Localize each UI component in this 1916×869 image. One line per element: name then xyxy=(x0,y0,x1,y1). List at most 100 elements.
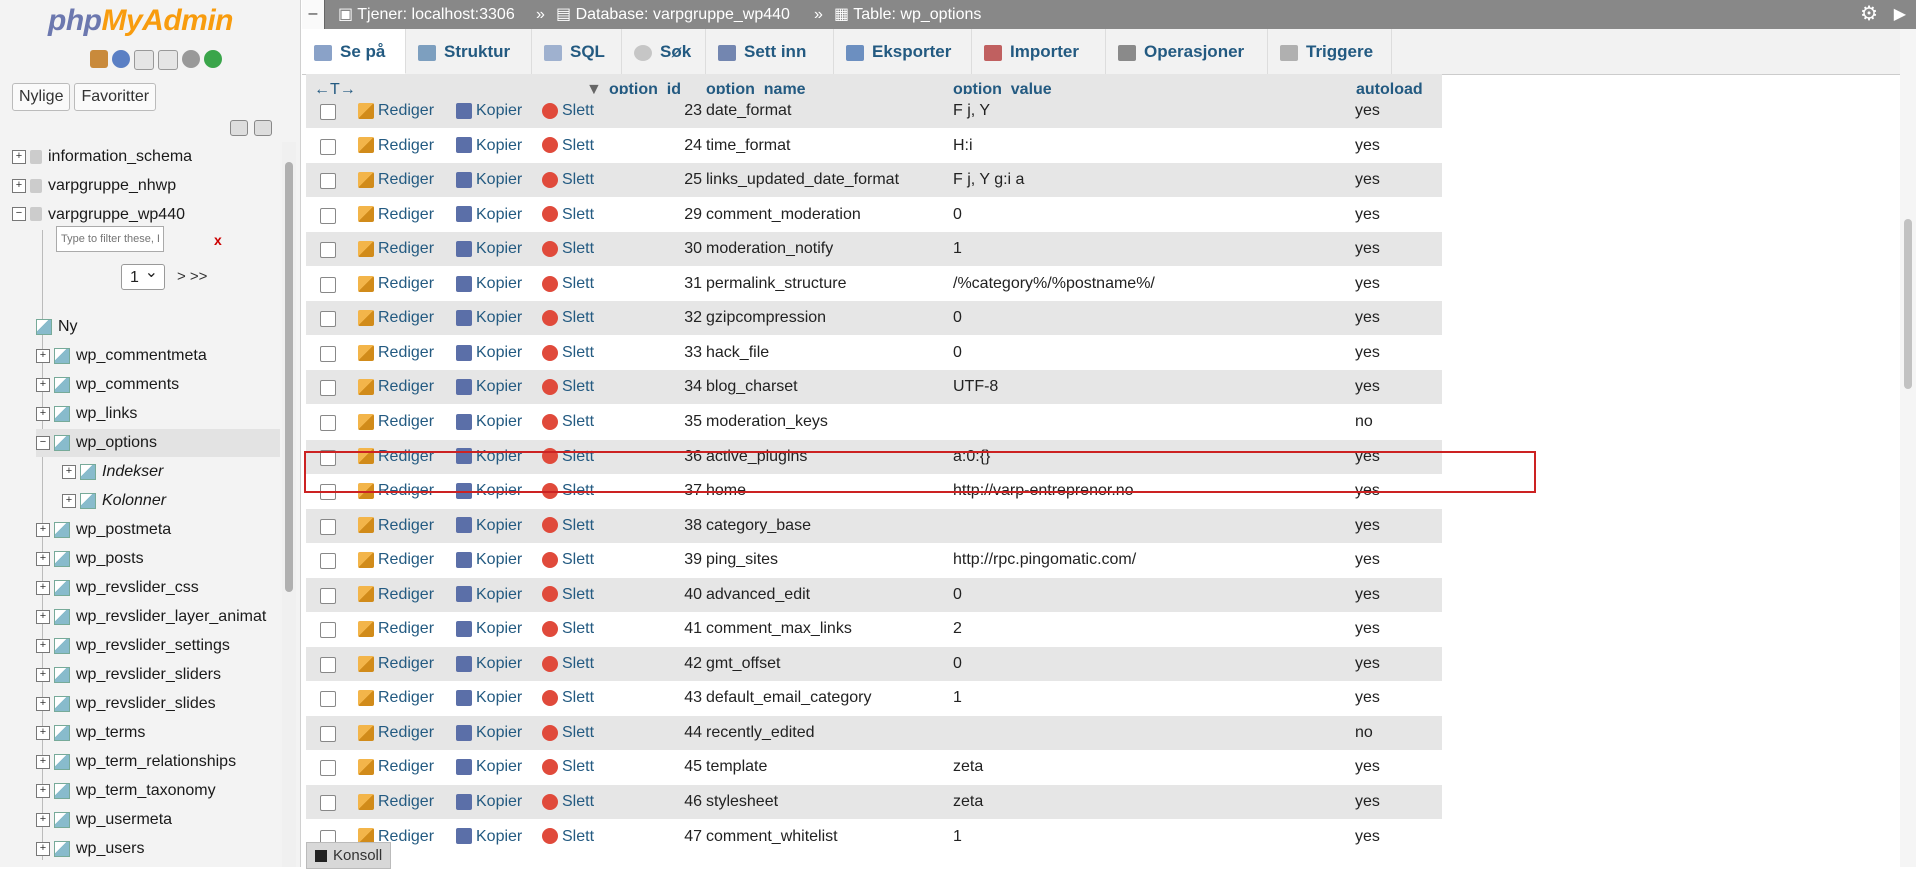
expand-icon[interactable]: + xyxy=(12,178,26,193)
row-checkbox[interactable] xyxy=(320,587,336,604)
settings-icon[interactable] xyxy=(182,50,200,68)
row-checkbox[interactable] xyxy=(320,345,336,362)
tab-import[interactable]: Importer xyxy=(972,29,1106,74)
delete-button[interactable]: Slett xyxy=(542,750,594,784)
row-checkbox[interactable] xyxy=(320,173,336,190)
table-item[interactable]: + wp_revslider_slides xyxy=(36,690,280,718)
copy-button[interactable]: Kopier xyxy=(456,716,522,750)
edit-button[interactable]: Rediger xyxy=(358,716,434,750)
row-checkbox[interactable] xyxy=(320,380,336,397)
delete-button[interactable]: Slett xyxy=(542,232,594,266)
row-checkbox[interactable] xyxy=(320,276,336,293)
clear-filter-button[interactable]: x xyxy=(214,232,222,248)
delete-button[interactable]: Slett xyxy=(542,681,594,715)
copy-button[interactable]: Kopier xyxy=(456,405,522,439)
table-item[interactable]: + wp_term_taxonomy xyxy=(36,777,280,805)
edit-button[interactable]: Rediger xyxy=(358,129,434,163)
tab-structure[interactable]: Struktur xyxy=(406,29,532,74)
copy-button[interactable]: Kopier xyxy=(456,785,522,819)
recent-button[interactable]: Nylige xyxy=(12,83,71,111)
expand-icon[interactable]: + xyxy=(36,551,50,566)
expand-icon[interactable]: + xyxy=(36,348,50,363)
tab-search[interactable]: Søk xyxy=(622,29,706,74)
home-icon[interactable] xyxy=(90,50,108,68)
delete-button[interactable]: Slett xyxy=(542,336,594,370)
database-item[interactable]: + varpgruppe_nhwp xyxy=(12,172,176,200)
row-checkbox[interactable] xyxy=(320,725,336,742)
delete-button[interactable]: Slett xyxy=(542,301,594,335)
copy-button[interactable]: Kopier xyxy=(456,509,522,543)
edit-button[interactable]: Rediger xyxy=(358,163,434,197)
expand-icon[interactable]: + xyxy=(36,609,50,624)
copy-button[interactable]: Kopier xyxy=(456,750,522,784)
expand-icon[interactable]: + xyxy=(36,696,50,711)
edit-button[interactable]: Rediger xyxy=(358,612,434,646)
copy-button[interactable]: Kopier xyxy=(456,612,522,646)
row-checkbox[interactable] xyxy=(320,622,336,639)
edit-button[interactable]: Rediger xyxy=(358,232,434,266)
delete-button[interactable]: Slett xyxy=(542,543,594,577)
delete-button[interactable]: Slett xyxy=(542,578,594,612)
table-item[interactable]: + wp_revslider_layer_animat xyxy=(36,603,280,631)
row-checkbox[interactable] xyxy=(320,656,336,673)
expand-icon[interactable]: + xyxy=(36,725,50,740)
copy-button[interactable]: Kopier xyxy=(456,820,522,854)
expand-icon[interactable]: + xyxy=(36,522,50,537)
expand-arrow-icon[interactable]: ▶ xyxy=(1894,0,1906,29)
edit-button[interactable]: Rediger xyxy=(358,750,434,784)
gear-icon[interactable]: ⚙ xyxy=(1860,0,1878,29)
nav-scrollbar[interactable] xyxy=(282,142,296,867)
row-checkbox[interactable] xyxy=(320,414,336,431)
expand-icon[interactable]: + xyxy=(36,406,50,421)
copy-button[interactable]: Kopier xyxy=(456,647,522,681)
table-item[interactable]: + wp_usermeta xyxy=(36,806,280,834)
copy-button[interactable]: Kopier xyxy=(456,94,522,128)
delete-button[interactable]: Slett xyxy=(542,267,594,301)
collapse-icon[interactable]: − xyxy=(12,207,26,222)
edit-button[interactable]: Rediger xyxy=(358,94,434,128)
expand-icon[interactable]: + xyxy=(36,783,50,798)
expand-icon[interactable]: + xyxy=(36,638,50,653)
table-filter-input[interactable] xyxy=(56,226,164,252)
copy-button[interactable]: Kopier xyxy=(456,129,522,163)
tab-operations[interactable]: Operasjoner xyxy=(1106,29,1268,74)
reload-icon[interactable] xyxy=(204,50,222,68)
table-item[interactable]: + wp_users xyxy=(36,835,280,863)
next-page-link[interactable]: > >> xyxy=(177,268,207,285)
expand-icon[interactable]: + xyxy=(36,377,50,392)
edit-button[interactable]: Rediger xyxy=(358,543,434,577)
edit-button[interactable]: Rediger xyxy=(358,509,434,543)
copy-button[interactable]: Kopier xyxy=(456,578,522,612)
row-checkbox[interactable] xyxy=(320,553,336,570)
database-item[interactable]: − varpgruppe_wp440 xyxy=(12,201,185,229)
database-item[interactable]: + information_schema xyxy=(12,143,192,171)
expand-icon[interactable]: + xyxy=(36,812,50,827)
favorites-button[interactable]: Favoritter xyxy=(74,83,157,111)
table-item[interactable]: + wp_links xyxy=(36,400,280,428)
console-button[interactable]: Konsoll xyxy=(306,842,392,869)
nav-scrollbar-thumb[interactable] xyxy=(285,162,293,592)
collapse-all-icon[interactable] xyxy=(230,120,248,136)
tab-export[interactable]: Eksporter xyxy=(834,29,972,74)
edit-button[interactable]: Rediger xyxy=(358,405,434,439)
delete-button[interactable]: Slett xyxy=(542,370,594,404)
table-item[interactable]: + wp_commentmeta xyxy=(36,342,280,370)
delete-button[interactable]: Slett xyxy=(542,612,594,646)
expand-icon[interactable]: + xyxy=(62,464,76,479)
expand-icon[interactable]: + xyxy=(12,149,26,164)
edit-button[interactable]: Rediger xyxy=(358,267,434,301)
row-checkbox[interactable] xyxy=(320,518,336,535)
expand-icon[interactable]: + xyxy=(36,841,50,856)
copy-button[interactable]: Kopier xyxy=(456,232,522,266)
edit-button[interactable]: Rediger xyxy=(358,578,434,612)
collapse-panel-button[interactable]: – xyxy=(302,0,325,29)
table-item[interactable]: + wp_revslider_css xyxy=(36,574,280,602)
edit-button[interactable]: Rediger xyxy=(358,681,434,715)
edit-button[interactable]: Rediger xyxy=(358,370,434,404)
table-item[interactable]: Ny xyxy=(36,313,280,341)
table-item[interactable]: + wp_revslider_sliders xyxy=(36,661,280,689)
tab-triggers[interactable]: Triggere xyxy=(1268,29,1392,74)
server-breadcrumb[interactable]: ▣ Tjener: localhost:3306 xyxy=(338,0,515,29)
phpmyadmin-logo[interactable]: phpMyAdmin xyxy=(48,4,233,38)
row-checkbox[interactable] xyxy=(320,242,336,259)
